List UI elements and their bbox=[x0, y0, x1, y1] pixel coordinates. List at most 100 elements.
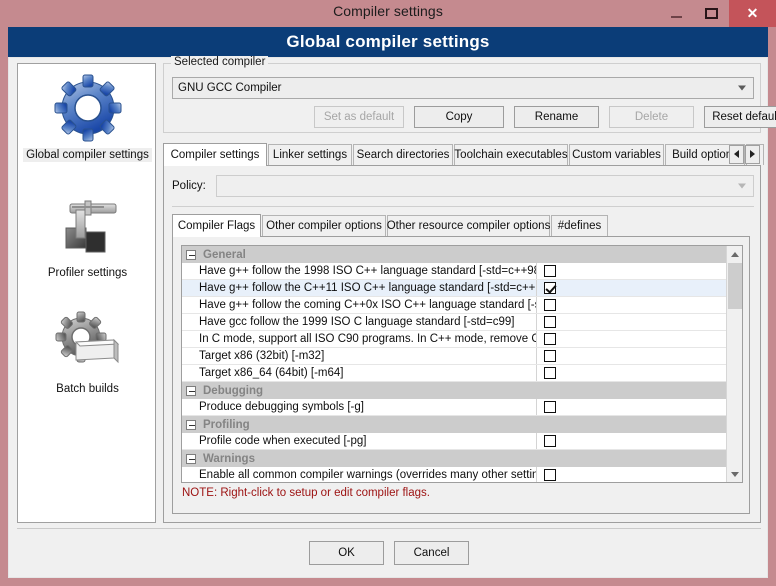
compiler-select[interactable]: GNU GCC Compiler bbox=[172, 77, 754, 99]
compiler-flags-page: General Have g++ follow the 1998 ISO C++… bbox=[172, 236, 750, 514]
chevron-up-icon bbox=[731, 251, 739, 257]
set-as-default-button[interactable]: Set as default bbox=[314, 106, 404, 128]
checkbox-unchecked-icon[interactable] bbox=[544, 333, 556, 345]
flag-label: Profile code when executed [-pg] bbox=[182, 433, 537, 449]
inner-tabstrip: Compiler Flags Other compiler options Ot… bbox=[172, 214, 750, 237]
chevron-down-icon bbox=[738, 183, 746, 189]
flag-row[interactable]: In C mode, support all ISO C90 programs.… bbox=[182, 331, 727, 348]
tab-compiler-settings[interactable]: Compiler settings bbox=[163, 143, 267, 166]
policy-select[interactable] bbox=[216, 175, 754, 197]
sidebar-item-profiler-settings[interactable]: Profiler settings bbox=[18, 190, 157, 280]
checkbox-unchecked-icon[interactable] bbox=[544, 401, 556, 413]
flag-row[interactable]: Produce debugging symbols [-g] bbox=[182, 399, 727, 416]
ok-button[interactable]: OK bbox=[309, 541, 384, 565]
maximize-button[interactable] bbox=[694, 0, 729, 27]
reset-defaults-button[interactable]: Reset defaults bbox=[704, 106, 776, 128]
flag-checkbox-cell[interactable] bbox=[537, 469, 727, 481]
checkbox-unchecked-icon[interactable] bbox=[544, 350, 556, 362]
checkbox-unchecked-icon[interactable] bbox=[544, 299, 556, 311]
close-button[interactable]: ✕ bbox=[729, 0, 776, 27]
collapse-icon[interactable] bbox=[186, 419, 196, 430]
flag-checkbox-cell[interactable] bbox=[537, 265, 727, 277]
flag-checkbox-cell[interactable] bbox=[537, 367, 727, 379]
footer-buttons: OK Cancel bbox=[9, 538, 769, 568]
scroll-up-button[interactable] bbox=[727, 246, 742, 262]
checkbox-unchecked-icon[interactable] bbox=[544, 265, 556, 277]
divider bbox=[172, 206, 754, 207]
compiler-settings-page: Policy: Compiler Flags Other compiler op… bbox=[163, 165, 761, 523]
flag-group-label: General bbox=[203, 248, 246, 261]
compiler-settings-window: Compiler settings ✕ Global compiler sett… bbox=[0, 0, 776, 586]
flag-group-profiling[interactable]: Profiling bbox=[182, 416, 727, 433]
settings-content: Selected compiler GNU GCC Compiler Set a… bbox=[163, 56, 776, 523]
flag-checkbox-cell[interactable] bbox=[537, 435, 727, 447]
minimize-button[interactable] bbox=[659, 0, 694, 27]
flag-row[interactable]: Target x86_64 (64bit) [-m64] bbox=[182, 365, 727, 382]
tab-search-directories[interactable]: Search directories bbox=[353, 144, 453, 165]
flag-label: Have g++ follow the 1998 ISO C++ languag… bbox=[182, 263, 537, 279]
scrollbar-thumb[interactable] bbox=[728, 263, 742, 309]
flag-group-warnings[interactable]: Warnings bbox=[182, 450, 727, 467]
checkbox-unchecked-icon[interactable] bbox=[544, 367, 556, 379]
flag-group-general[interactable]: General bbox=[182, 246, 727, 263]
rename-button[interactable]: Rename bbox=[514, 106, 599, 128]
flag-row[interactable]: Have g++ follow the C++11 ISO C++ langua… bbox=[182, 280, 727, 297]
flag-checkbox-cell[interactable] bbox=[537, 350, 727, 362]
collapse-icon[interactable] bbox=[186, 385, 196, 396]
flag-row[interactable]: Target x86 (32bit) [-m32] bbox=[182, 348, 727, 365]
flag-row[interactable]: Have gcc follow the 1999 ISO C language … bbox=[182, 314, 727, 331]
flag-checkbox-cell[interactable] bbox=[537, 282, 727, 294]
collapse-icon[interactable] bbox=[186, 453, 196, 464]
tab-other-resource-compiler-options[interactable]: Other resource compiler options bbox=[387, 215, 550, 236]
flag-checkbox-cell[interactable] bbox=[537, 401, 727, 413]
flag-checkbox-cell[interactable] bbox=[537, 299, 727, 311]
client-area: Global compiler settings Profiler settin… bbox=[8, 56, 776, 578]
window-controls: ✕ bbox=[659, 0, 776, 27]
page-title: Global compiler settings bbox=[8, 27, 768, 57]
sidebar-item-batch-builds[interactable]: Batch builds bbox=[18, 306, 157, 396]
policy-label: Policy: bbox=[172, 180, 206, 192]
tab-toolchain-executables[interactable]: Toolchain executables bbox=[454, 144, 568, 165]
selected-compiler-group: Selected compiler GNU GCC Compiler Set a… bbox=[163, 56, 776, 133]
scroll-down-button[interactable] bbox=[727, 466, 742, 482]
flag-row[interactable]: Have g++ follow the 1998 ISO C++ languag… bbox=[182, 263, 727, 280]
cancel-button[interactable]: Cancel bbox=[394, 541, 469, 565]
checkbox-unchecked-icon[interactable] bbox=[544, 316, 556, 328]
sidebar-item-global-compiler-settings[interactable]: Global compiler settings bbox=[18, 72, 157, 162]
tab-scroll-left-button[interactable] bbox=[729, 144, 744, 164]
tab-linker-settings[interactable]: Linker settings bbox=[268, 144, 352, 165]
flag-group-debugging[interactable]: Debugging bbox=[182, 382, 727, 399]
copy-button[interactable]: Copy bbox=[414, 106, 504, 128]
flag-label: Enable all common compiler warnings (ove… bbox=[182, 467, 537, 482]
flag-row[interactable]: Profile code when executed [-pg] bbox=[182, 433, 727, 450]
flag-label: Have gcc follow the 1999 ISO C language … bbox=[182, 314, 537, 330]
tab-custom-variables[interactable]: Custom variables bbox=[569, 144, 664, 165]
compiler-flags-list[interactable]: General Have g++ follow the 1998 ISO C++… bbox=[181, 245, 743, 483]
flags-note: NOTE: Right-click to setup or edit compi… bbox=[182, 487, 430, 499]
checkbox-unchecked-icon[interactable] bbox=[544, 435, 556, 447]
delete-button[interactable]: Delete bbox=[609, 106, 694, 128]
caliper-blocks-icon bbox=[52, 190, 124, 262]
collapse-icon[interactable] bbox=[186, 249, 196, 260]
checkbox-checked-icon[interactable] bbox=[544, 282, 556, 294]
tab-scroll-right-button[interactable] bbox=[745, 144, 760, 164]
flag-label: Produce debugging symbols [-g] bbox=[182, 399, 537, 415]
tab-defines[interactable]: #defines bbox=[551, 215, 608, 236]
tab-other-compiler-options[interactable]: Other compiler options bbox=[262, 215, 386, 236]
chevron-down-icon bbox=[731, 471, 739, 477]
flag-label: Have g++ follow the coming C++0x ISO C++… bbox=[182, 297, 537, 313]
selected-compiler-group-title: Selected compiler bbox=[171, 56, 269, 68]
policy-row: Policy: bbox=[172, 174, 754, 198]
checkbox-unchecked-icon[interactable] bbox=[544, 469, 556, 481]
settings-notebook: Compiler settings Linker settings Search… bbox=[163, 143, 764, 523]
minimize-icon bbox=[671, 16, 682, 18]
flags-vertical-scrollbar[interactable] bbox=[726, 246, 742, 482]
settings-sidebar[interactable]: Global compiler settings Profiler settin… bbox=[17, 63, 156, 523]
flag-row[interactable]: Have g++ follow the coming C++0x ISO C++… bbox=[182, 297, 727, 314]
flag-checkbox-cell[interactable] bbox=[537, 316, 727, 328]
flag-row[interactable]: Enable all common compiler warnings (ove… bbox=[182, 467, 727, 482]
tab-compiler-flags[interactable]: Compiler Flags bbox=[172, 214, 261, 237]
flag-checkbox-cell[interactable] bbox=[537, 333, 727, 345]
flag-group-label: Debugging bbox=[203, 384, 264, 397]
chevron-down-icon bbox=[738, 85, 746, 91]
